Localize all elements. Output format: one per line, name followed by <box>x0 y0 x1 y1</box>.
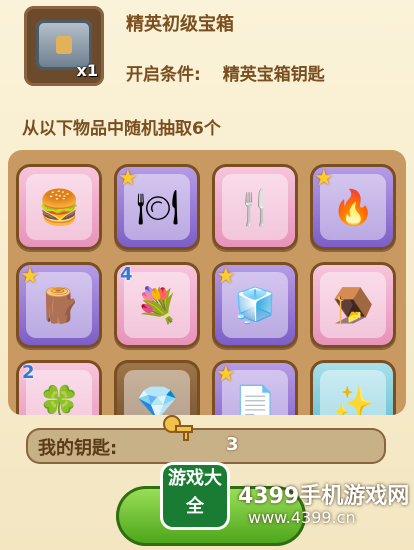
chest-panel: x1 精英初级宝箱 开启条件: 精英宝箱钥匙 从以下物品中随机抽取6个 🍔 ★ 🍽… <box>0 0 414 550</box>
card-icon: 📄 <box>234 384 277 415</box>
clover-icon: 🍀 <box>38 384 81 415</box>
item-badge: ★ <box>216 264 236 289</box>
fork-icon: 🍴 <box>234 188 277 228</box>
item-badge: ★ <box>314 166 334 191</box>
watermark-logo: 游戏大全 <box>163 465 227 527</box>
item-badge: ★ <box>118 166 138 191</box>
plate-icon: 🍽 <box>136 188 180 228</box>
watermark-site: 4399手机游戏网 <box>238 484 410 509</box>
keys-bar: 我的钥匙: 3 <box>26 428 386 464</box>
chest-lock <box>56 36 72 54</box>
item-cell-8[interactable]: 2 🍀 <box>16 360 102 415</box>
item-cell-5[interactable]: 4 💐 <box>114 262 200 348</box>
watermark-url: www.4399.cn <box>248 508 356 527</box>
item-cell-4[interactable]: ★ 🪵 <box>16 262 102 348</box>
subtitle: 从以下物品中随机抽取6个 <box>22 119 221 139</box>
item-badge: ★ <box>20 264 40 289</box>
chest-icon: x1 <box>24 6 104 86</box>
item-badge: 2 <box>22 362 35 383</box>
condition-value: 精英宝箱钥匙 <box>222 65 325 85</box>
chest-title: 精英初级宝箱 <box>126 14 234 35</box>
item-cell-2[interactable]: 🍴 <box>212 164 298 250</box>
item-cell-3[interactable]: ★ 🔥 <box>310 164 396 250</box>
item-grid: 🍔 ★ 🍽 🍴 ★ 🔥 ★ 🪵 4 💐 ★ 🧊 🪤 2 🍀 💎 ★ 📄 ✨ <box>8 150 406 415</box>
item-cell-1[interactable]: ★ 🍽 <box>114 164 200 250</box>
item-cell-9[interactable]: 💎 <box>114 360 200 415</box>
crystal-icon: 💎 <box>136 384 179 415</box>
item-badge: ★ <box>216 362 236 387</box>
trap-icon: 🪤 <box>332 286 375 326</box>
charm-icon: ✨ <box>332 384 375 415</box>
sun-icon: 🔥 <box>332 188 375 228</box>
item-cell-7[interactable]: 🪤 <box>310 262 396 348</box>
condition-label: 开启条件: <box>126 65 201 85</box>
item-cell-0[interactable]: 🍔 <box>16 164 102 250</box>
item-cell-10[interactable]: ★ 📄 <box>212 360 298 415</box>
keys-value: 3 <box>226 434 239 455</box>
keys-label: 我的钥匙: <box>38 438 118 459</box>
item-badge: 4 <box>120 264 133 285</box>
item-cell-11[interactable]: ✨ <box>310 360 396 415</box>
item-cell-6[interactable]: ★ 🧊 <box>212 262 298 348</box>
flower-icon: 💐 <box>136 286 179 326</box>
open-condition: 开启条件: 精英宝箱钥匙 <box>126 60 325 85</box>
ice-icon: 🧊 <box>234 286 277 326</box>
log-icon: 🪵 <box>38 286 81 326</box>
burger-icon: 🍔 <box>38 188 81 228</box>
key-icon <box>163 415 193 441</box>
chest-qty: x1 <box>76 61 98 80</box>
